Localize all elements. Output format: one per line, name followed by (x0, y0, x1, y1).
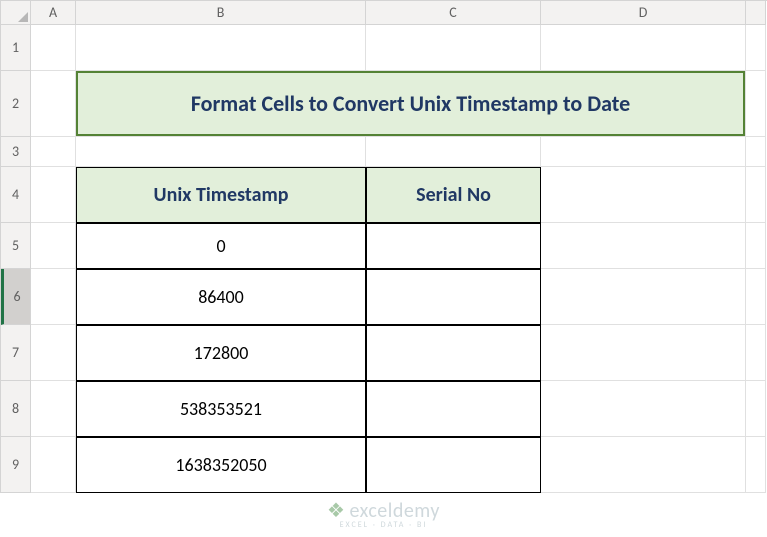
cell-A2[interactable] (31, 71, 76, 137)
table-cell-sn-2[interactable] (366, 325, 541, 381)
watermark-sub: EXCEL · DATA · BI (340, 521, 428, 529)
title-text: Format Cells to Convert Unix Timestamp t… (191, 90, 630, 117)
cell-D6[interactable] (541, 269, 746, 325)
row-header-1[interactable]: 1 (1, 25, 31, 71)
cell-A8[interactable] (31, 381, 76, 437)
table-cell-sn-3[interactable] (366, 381, 541, 437)
cell-E8[interactable] (746, 381, 766, 437)
cell-E1[interactable] (746, 25, 766, 71)
col-header-A[interactable]: A (31, 1, 76, 25)
title-merged-cell[interactable]: Format Cells to Convert Unix Timestamp t… (76, 71, 746, 137)
row-header-7[interactable]: 7 (1, 325, 31, 381)
cell-E6[interactable] (746, 269, 766, 325)
cell-D9[interactable] (541, 437, 746, 493)
cell-A3[interactable] (31, 137, 76, 167)
cell-D5[interactable] (541, 223, 746, 269)
cell-C1[interactable] (366, 25, 541, 71)
leaf-icon: ❖ (327, 501, 345, 521)
cell-D3[interactable] (541, 137, 746, 167)
table-cell-sn-4[interactable] (366, 437, 541, 493)
watermark: ❖ exceldemy EXCEL · DATA · BI (327, 501, 440, 529)
table-cell-ts-3[interactable]: 538353521 (76, 381, 366, 437)
col-header-C[interactable]: C (366, 1, 541, 25)
table-header-serial[interactable]: Serial No (366, 167, 541, 223)
table-cell-ts-0[interactable]: 0 (76, 223, 366, 269)
row-header-5[interactable]: 5 (1, 223, 31, 269)
cell-D7[interactable] (541, 325, 746, 381)
row-header-3[interactable]: 3 (1, 137, 31, 167)
row-header-2[interactable]: 2 (1, 71, 31, 137)
cell-E2[interactable] (746, 71, 766, 137)
cell-A9[interactable] (31, 437, 76, 493)
row-header-4[interactable]: 4 (1, 167, 31, 223)
table-cell-sn-0[interactable] (366, 223, 541, 269)
title-box: Format Cells to Convert Unix Timestamp t… (76, 71, 745, 136)
row-header-6[interactable]: 6 (1, 269, 31, 325)
select-all-corner[interactable] (1, 1, 31, 25)
col-header-B[interactable]: B (76, 1, 366, 25)
cell-B3[interactable] (76, 137, 366, 167)
table-cell-ts-2[interactable]: 172800 (76, 325, 366, 381)
col-header-extra[interactable] (746, 1, 766, 25)
table-header-unix[interactable]: Unix Timestamp (76, 167, 366, 223)
cell-E3[interactable] (746, 137, 766, 167)
cell-A5[interactable] (31, 223, 76, 269)
cell-D4[interactable] (541, 167, 746, 223)
cell-B1[interactable] (76, 25, 366, 71)
watermark-main: exceldemy (349, 501, 439, 521)
spreadsheet-grid: A B C D 1 2 Format Cells to Convert Unix… (0, 0, 767, 493)
col-header-D[interactable]: D (541, 1, 746, 25)
row-header-9[interactable]: 9 (1, 437, 31, 493)
table-cell-sn-1[interactable] (366, 269, 541, 325)
cell-A7[interactable] (31, 325, 76, 381)
cell-E9[interactable] (746, 437, 766, 493)
cell-D1[interactable] (541, 25, 746, 71)
cell-E5[interactable] (746, 223, 766, 269)
cell-E7[interactable] (746, 325, 766, 381)
table-cell-ts-4[interactable]: 1638352050 (76, 437, 366, 493)
cell-A4[interactable] (31, 167, 76, 223)
cell-A6[interactable] (31, 269, 76, 325)
cell-A1[interactable] (31, 25, 76, 71)
cell-D8[interactable] (541, 381, 746, 437)
cell-C3[interactable] (366, 137, 541, 167)
cell-E4[interactable] (746, 167, 766, 223)
table-cell-ts-1[interactable]: 86400 (76, 269, 366, 325)
row-header-8[interactable]: 8 (1, 381, 31, 437)
